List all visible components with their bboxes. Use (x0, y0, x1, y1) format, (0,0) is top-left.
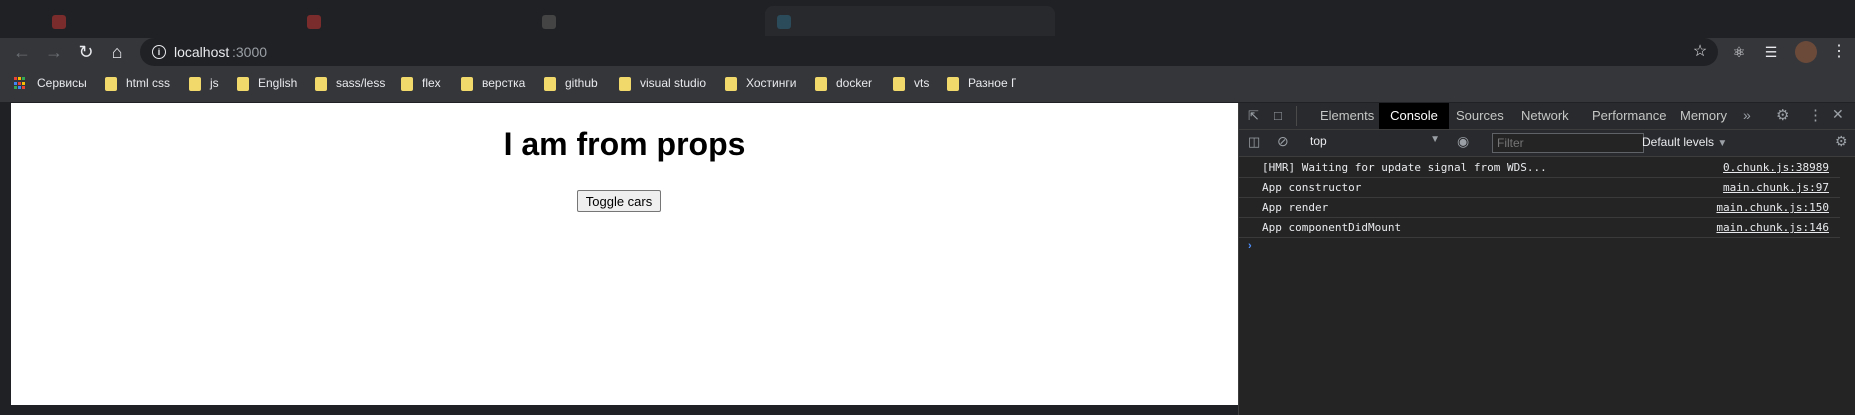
browser-tab[interactable] (295, 6, 545, 36)
home-icon[interactable]: ⌂ (103, 38, 131, 66)
page-title: I am from props (503, 126, 746, 162)
media-control-icon[interactable]: ☰ (1757, 38, 1785, 66)
url-host: localhost (174, 44, 230, 60)
log-source-link[interactable]: main.chunk.js:146 (1716, 221, 1829, 234)
tab-memory[interactable]: Memory (1678, 103, 1729, 129)
info-icon[interactable]: i (152, 45, 166, 59)
tab-network[interactable]: Network (1519, 103, 1571, 129)
log-message: App render (1262, 201, 1329, 214)
forward-arrow-icon[interactable]: → (40, 38, 68, 66)
more-tabs-icon[interactable]: » (1743, 107, 1751, 123)
bookmark-folder[interactable]: docker (836, 76, 872, 90)
divider (1296, 106, 1297, 126)
bookmark-services[interactable]: Сервисы (37, 76, 87, 90)
tab-favicon-icon (52, 15, 66, 29)
folder-icon (815, 77, 827, 91)
tab-performance[interactable]: Performance (1590, 103, 1668, 129)
eye-icon[interactable]: ◉ (1457, 133, 1469, 150)
console-settings-icon[interactable]: ⚙ (1835, 133, 1848, 150)
folder-icon (237, 77, 249, 91)
avatar[interactable] (1795, 41, 1817, 63)
bookmark-folder[interactable]: Разное Г (968, 76, 1016, 90)
folder-icon (893, 77, 905, 91)
folder-icon (619, 77, 631, 91)
tab-favicon-icon (777, 15, 791, 29)
log-source-link[interactable]: main.chunk.js:150 (1716, 201, 1829, 214)
levels-dropdown[interactable]: Default levels ▼ (1642, 135, 1727, 149)
url-port: :3000 (232, 44, 268, 60)
tab-favicon-icon (542, 15, 556, 29)
bookmark-folder[interactable]: English (258, 76, 297, 90)
puzzle-icon[interactable]: ⚛ (1725, 38, 1753, 66)
toggle-cars-button[interactable]: Toggle cars (577, 190, 661, 212)
console-log-row: App constructor main.chunk.js:97 (1239, 178, 1840, 198)
bookmark-folder[interactable]: html css (126, 76, 170, 90)
tab-console[interactable]: Console (1379, 103, 1449, 129)
gear-icon[interactable]: ⚙ (1776, 106, 1789, 124)
inspect-element-icon[interactable]: ⇱ (1248, 108, 1259, 124)
bookmark-folder[interactable]: vts (914, 76, 929, 90)
bookmark-folder[interactable]: flex (422, 76, 441, 90)
levels-value: Default levels (1642, 135, 1715, 149)
bookmark-folder[interactable]: верстка (482, 76, 525, 90)
browser-tab-active[interactable] (765, 6, 1055, 36)
tab-sources[interactable]: Sources (1454, 103, 1506, 129)
bookmark-folder[interactable]: visual studio (640, 76, 706, 90)
bookmark-folder[interactable]: js (210, 76, 219, 90)
folder-icon (315, 77, 327, 91)
folder-icon (725, 77, 737, 91)
chevron-down-icon: ▼ (1717, 138, 1728, 149)
kebab-menu-icon[interactable]: ⋮ (1808, 106, 1823, 124)
sidebar-toggle-icon[interactable]: ◫ (1248, 134, 1260, 150)
filter-input[interactable] (1492, 133, 1644, 153)
chevron-down-icon: ▼ (1430, 134, 1440, 145)
folder-icon (544, 77, 556, 91)
context-value: top (1310, 134, 1327, 148)
console-log-row: [HMR] Waiting for update signal from WDS… (1239, 158, 1840, 178)
tab-favicon-icon (307, 15, 321, 29)
bookmark-folder[interactable]: Хостинги (746, 76, 796, 90)
console-prompt[interactable]: › (1248, 240, 1252, 252)
log-message: [HMR] Waiting for update signal from WDS… (1262, 161, 1547, 174)
log-source-link[interactable]: 0.chunk.js:38989 (1723, 161, 1829, 174)
back-arrow-icon[interactable]: ← (8, 38, 36, 66)
console-log-row: App componentDidMount main.chunk.js:146 (1239, 218, 1840, 238)
star-icon[interactable]: ☆ (1686, 38, 1714, 66)
console-log-row: App render main.chunk.js:150 (1239, 198, 1840, 218)
apps-grid-icon (14, 77, 27, 90)
browser-tab[interactable] (40, 6, 290, 36)
tab-elements[interactable]: Elements (1318, 103, 1376, 129)
clear-console-icon[interactable]: ⊘ (1277, 133, 1289, 150)
device-toolbar-icon[interactable]: □ (1274, 108, 1282, 123)
log-message: App constructor (1262, 181, 1362, 194)
log-message: App componentDidMount (1262, 221, 1402, 234)
folder-icon (461, 77, 473, 91)
browser-tab[interactable] (530, 6, 760, 36)
bookmark-folder[interactable]: sass/less (336, 76, 385, 90)
kebab-menu-icon[interactable]: ⋮ (1825, 38, 1853, 66)
log-source-link[interactable]: main.chunk.js:97 (1723, 181, 1829, 194)
folder-icon (947, 77, 959, 91)
context-select[interactable]: top ▼ (1310, 134, 1440, 152)
folder-icon (401, 77, 413, 91)
bookmark-folder[interactable]: github (565, 76, 598, 90)
reload-icon[interactable]: ↻ (72, 38, 100, 66)
close-icon[interactable]: ✕ (1832, 106, 1844, 123)
folder-icon (189, 77, 201, 91)
folder-icon (105, 77, 117, 91)
address-bar[interactable] (140, 38, 1718, 66)
